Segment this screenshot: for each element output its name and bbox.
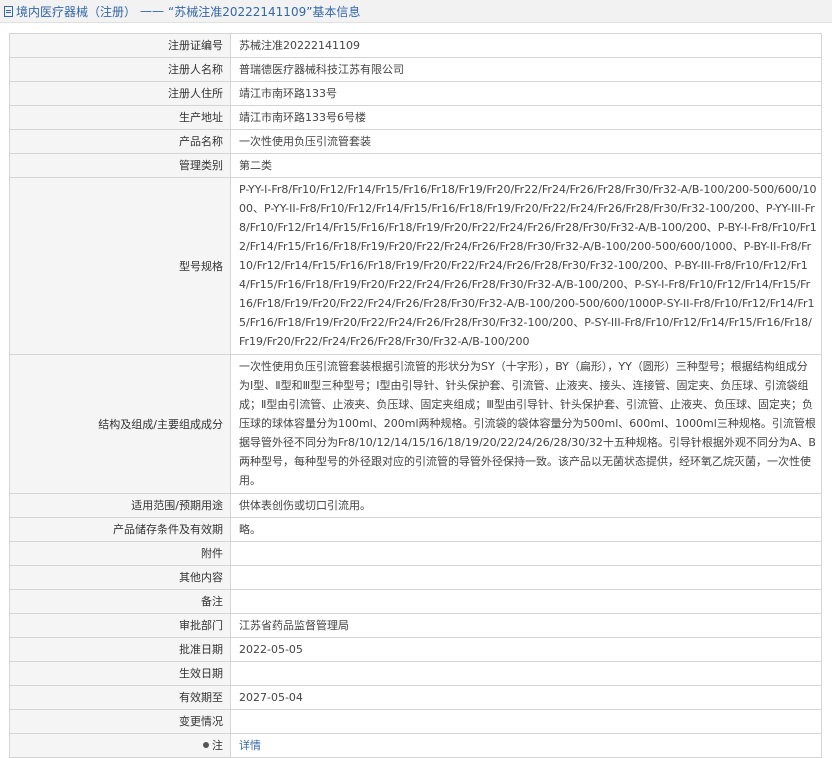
row-value xyxy=(230,709,822,734)
table-row: 适用范围/预期用途 供体表创伤或切口引流用。 xyxy=(9,493,822,518)
row-value: 一次性使用负压引流管套装 xyxy=(230,129,822,154)
row-label: 注册证编号 xyxy=(9,33,231,58)
row-label: 管理类别 xyxy=(9,153,231,178)
row-value: 苏械注准20222141109 xyxy=(230,33,822,58)
breadcrumb-separator: —— xyxy=(140,4,165,18)
row-label: 生效日期 xyxy=(9,661,231,686)
row-label: 批准日期 xyxy=(9,637,231,662)
document-icon xyxy=(4,5,13,17)
table-row: 型号规格 P-YY-I-Fr8/Fr10/Fr12/Fr14/Fr15/Fr16… xyxy=(9,177,822,355)
table-row: 注 详情 xyxy=(9,733,822,758)
row-label: 适用范围/预期用途 xyxy=(9,493,231,518)
table-row: 管理类别 第二类 xyxy=(9,153,822,178)
table-row: 产品名称 一次性使用负压引流管套装 xyxy=(9,129,822,154)
row-value: P-YY-I-Fr8/Fr10/Fr12/Fr14/Fr15/Fr16/Fr18… xyxy=(230,177,822,355)
row-value: 第二类 xyxy=(230,153,822,178)
table-row: 产品储存条件及有效期 略。 xyxy=(9,517,822,542)
row-label: 附件 xyxy=(9,541,231,566)
row-value xyxy=(230,565,822,590)
page-title: “苏械注准20222141109”基本信息 xyxy=(168,4,361,19)
table-row: 生效日期 xyxy=(9,661,822,686)
row-label: 注册人住所 xyxy=(9,81,231,106)
row-value xyxy=(230,661,822,686)
table-row: 有效期至 2027-05-04 xyxy=(9,685,822,710)
row-value: 靖江市南环路133号6号楼 xyxy=(230,105,822,130)
row-label: 产品储存条件及有效期 xyxy=(9,517,231,542)
row-label: 备注 xyxy=(9,589,231,614)
row-value: 略。 xyxy=(230,517,822,542)
table-row: 其他内容 xyxy=(9,565,822,590)
row-label: 注 xyxy=(212,739,223,752)
table-row: 变更情况 xyxy=(9,709,822,734)
row-value: 2027-05-04 xyxy=(230,685,822,710)
row-label: 其他内容 xyxy=(9,565,231,590)
row-value: 一次性使用负压引流管套装根据引流管的形状分为SY（十字形），BY（扁形），YY（… xyxy=(230,354,822,494)
row-label: 审批部门 xyxy=(9,613,231,638)
table-row: 审批部门 江苏省药品监督管理局 xyxy=(9,613,822,638)
info-table: 注册证编号 苏械注准20222141109 注册人名称 普瑞德医疗器械科技江苏有… xyxy=(9,33,822,758)
note-label-cell: 注 xyxy=(9,733,231,758)
table-row: 附件 xyxy=(9,541,822,566)
row-label: 注册人名称 xyxy=(9,57,231,82)
row-label: 有效期至 xyxy=(9,685,231,710)
row-label: 型号规格 xyxy=(9,177,231,355)
detail-cell: 详情 xyxy=(230,733,822,758)
breadcrumb-domestic-device[interactable]: 境内医疗器械（注册） xyxy=(16,3,136,20)
row-value: 普瑞德医疗器械科技江苏有限公司 xyxy=(230,57,822,82)
row-value xyxy=(230,541,822,566)
table-row: 批准日期 2022-05-05 xyxy=(9,637,822,662)
row-label: 变更情况 xyxy=(9,709,231,734)
row-value: 靖江市南环路133号 xyxy=(230,81,822,106)
row-value: 供体表创伤或切口引流用。 xyxy=(230,493,822,518)
table-row: 注册证编号 苏械注准20222141109 xyxy=(9,33,822,58)
table-row: 结构及组成/主要组成成分 一次性使用负压引流管套装根据引流管的形状分为SY（十字… xyxy=(9,354,822,494)
row-value: 2022-05-05 xyxy=(230,637,822,662)
row-value: 江苏省药品监督管理局 xyxy=(230,613,822,638)
table-row: 注册人住所 靖江市南环路133号 xyxy=(9,81,822,106)
row-value xyxy=(230,589,822,614)
table-row: 备注 xyxy=(9,589,822,614)
table-row: 注册人名称 普瑞德医疗器械科技江苏有限公司 xyxy=(9,57,822,82)
row-label: 结构及组成/主要组成成分 xyxy=(9,354,231,494)
detail-link[interactable]: 详情 xyxy=(239,739,261,752)
table-row: 生产地址 靖江市南环路133号6号楼 xyxy=(9,105,822,130)
page-header: 境内医疗器械（注册） —— “苏械注准20222141109”基本信息 xyxy=(0,0,832,23)
row-label: 生产地址 xyxy=(9,105,231,130)
row-label: 产品名称 xyxy=(9,129,231,154)
pin-icon xyxy=(203,742,209,748)
